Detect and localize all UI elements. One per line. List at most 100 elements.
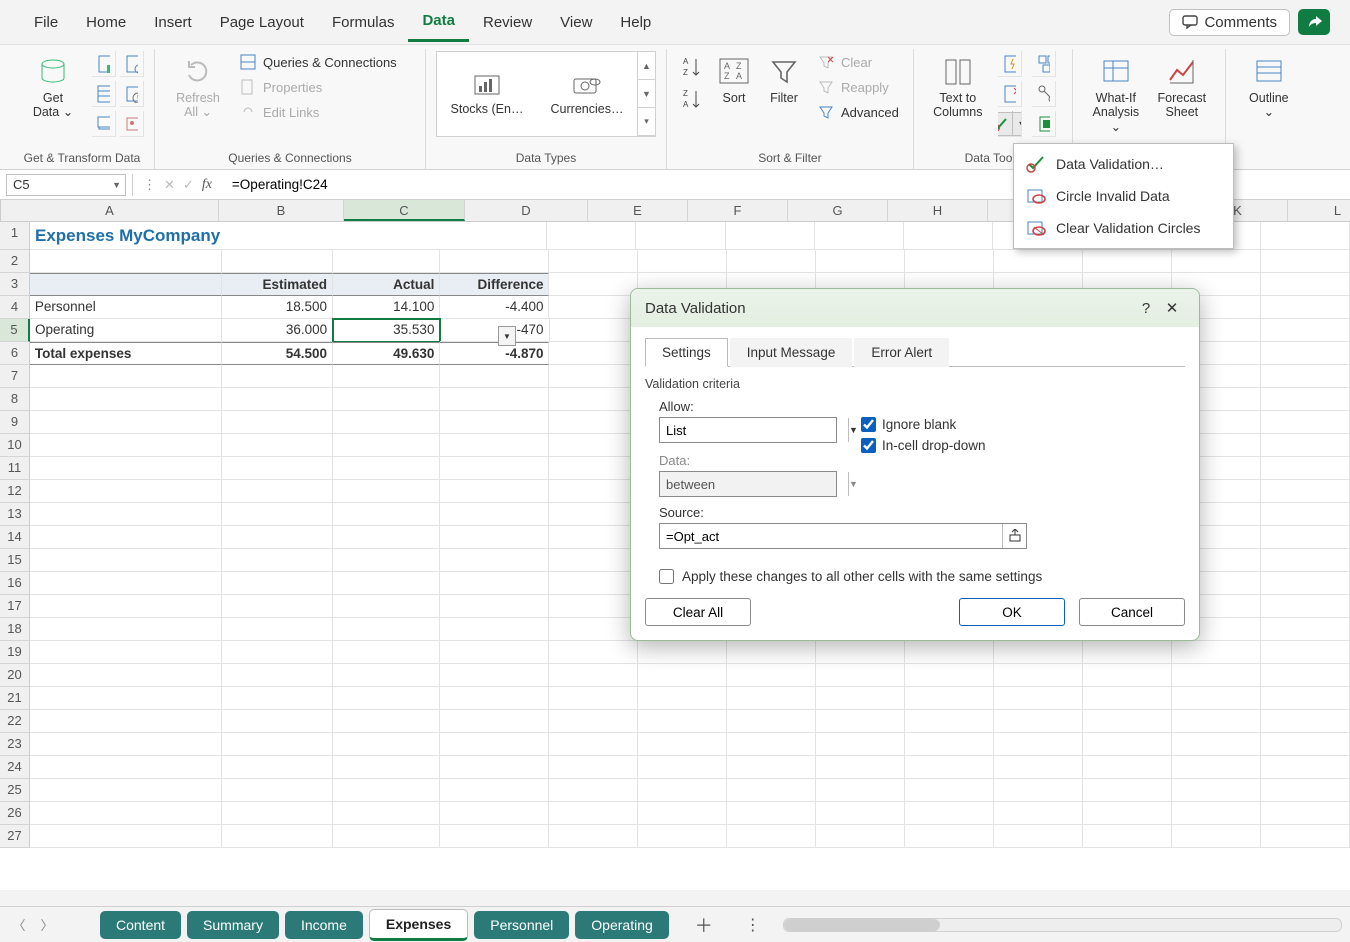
row-header[interactable]: 25 (0, 779, 30, 802)
column-header-F[interactable]: F (688, 200, 788, 221)
cell[interactable] (222, 779, 333, 802)
cell[interactable] (638, 779, 727, 802)
close-button[interactable]: ✕ (1159, 299, 1185, 317)
cell[interactable] (222, 572, 333, 595)
cell[interactable] (549, 825, 638, 848)
cell[interactable] (333, 434, 440, 457)
cell[interactable] (816, 641, 905, 664)
outline-button[interactable]: Outline ⌄ (1236, 51, 1302, 124)
cell[interactable] (1172, 664, 1261, 687)
cell[interactable] (727, 802, 816, 825)
cell[interactable] (1261, 779, 1350, 802)
cell[interactable] (30, 549, 222, 572)
row-header[interactable]: 14 (0, 526, 30, 549)
cell[interactable] (333, 733, 440, 756)
sheet-tab-content[interactable]: Content (100, 911, 181, 939)
tab-error-alert[interactable]: Error Alert (854, 338, 949, 367)
cell[interactable] (1172, 825, 1261, 848)
cell[interactable] (440, 549, 549, 572)
cell[interactable] (30, 434, 222, 457)
cell[interactable] (638, 664, 727, 687)
cell[interactable] (222, 802, 333, 825)
cell[interactable] (333, 411, 440, 434)
share-button[interactable] (1298, 9, 1330, 35)
column-header-B[interactable]: B (219, 200, 344, 221)
cell[interactable] (549, 756, 638, 779)
properties-button[interactable]: Properties (235, 76, 415, 98)
cell[interactable]: Total expenses (30, 342, 222, 365)
cell[interactable] (333, 641, 440, 664)
cell[interactable] (440, 503, 549, 526)
cell[interactable] (440, 687, 549, 710)
menu-circle-invalid[interactable]: Circle Invalid Data (1014, 180, 1233, 212)
stocks-type[interactable]: Stocks (En… (437, 52, 537, 136)
cell[interactable] (727, 825, 816, 848)
cell[interactable] (30, 664, 222, 687)
cell[interactable] (1261, 549, 1350, 572)
row-header[interactable]: 4 (0, 296, 30, 319)
cell[interactable] (440, 710, 549, 733)
cell[interactable] (994, 779, 1083, 802)
cell[interactable] (1261, 802, 1350, 825)
column-header-D[interactable]: D (465, 200, 588, 221)
cell[interactable] (222, 457, 333, 480)
cell[interactable] (30, 710, 222, 733)
cell[interactable] (816, 664, 905, 687)
cell[interactable] (30, 388, 222, 411)
cell[interactable] (222, 756, 333, 779)
cell[interactable] (816, 710, 905, 733)
row-header[interactable]: 13 (0, 503, 30, 526)
cell[interactable] (30, 802, 222, 825)
row-header[interactable]: 18 (0, 618, 30, 641)
cell[interactable] (638, 756, 727, 779)
cell[interactable] (816, 802, 905, 825)
text-to-columns-button[interactable]: Text to Columns (924, 51, 992, 124)
cell[interactable] (549, 595, 638, 618)
cell[interactable] (1261, 687, 1350, 710)
cell[interactable] (816, 687, 905, 710)
row-header[interactable]: 5 (0, 319, 30, 342)
cell[interactable] (222, 365, 333, 388)
cell[interactable] (440, 641, 549, 664)
get-data-button[interactable]: Get Data ⌄ (20, 51, 86, 124)
cell[interactable] (638, 733, 727, 756)
cell[interactable] (1261, 480, 1350, 503)
cell[interactable] (994, 733, 1083, 756)
cell[interactable] (1261, 319, 1350, 342)
cell[interactable] (222, 618, 333, 641)
cell[interactable] (1261, 434, 1350, 457)
row-header[interactable]: 11 (0, 457, 30, 480)
cell[interactable] (222, 595, 333, 618)
cell[interactable] (549, 273, 638, 296)
column-header-C[interactable]: C (344, 200, 465, 221)
comments-button[interactable]: Comments (1169, 9, 1290, 36)
cell[interactable] (1083, 756, 1172, 779)
cell[interactable] (904, 222, 993, 250)
menu-formulas[interactable]: Formulas (318, 4, 409, 41)
cell[interactable]: Actual (333, 273, 440, 296)
menu-view[interactable]: View (546, 4, 606, 41)
cell[interactable] (549, 296, 638, 319)
remove-duplicates-button[interactable] (998, 81, 1022, 107)
row-header[interactable]: 20 (0, 664, 30, 687)
cell[interactable] (1261, 342, 1350, 365)
cell[interactable] (333, 618, 440, 641)
data-model-button[interactable] (1032, 111, 1056, 137)
cell[interactable] (1083, 825, 1172, 848)
ok-button[interactable]: OK (959, 598, 1065, 626)
cell[interactable] (727, 733, 816, 756)
cell[interactable] (222, 250, 333, 273)
cell-validation-dropdown[interactable]: ▼ (498, 326, 516, 346)
row-header[interactable]: 26 (0, 802, 30, 825)
cell[interactable] (1261, 756, 1350, 779)
cell[interactable] (30, 825, 222, 848)
cell[interactable] (549, 618, 638, 641)
cell[interactable] (1261, 526, 1350, 549)
cancel-formula-button[interactable]: ✕ (164, 177, 175, 193)
cell[interactable]: 36.000 (222, 319, 333, 342)
menu-data[interactable]: Data (408, 2, 469, 42)
column-header-G[interactable]: G (788, 200, 888, 221)
cell[interactable] (333, 388, 440, 411)
reapply-button[interactable]: Reapply (813, 76, 903, 98)
refresh-all-button[interactable]: Refresh All ⌄ (165, 51, 231, 124)
